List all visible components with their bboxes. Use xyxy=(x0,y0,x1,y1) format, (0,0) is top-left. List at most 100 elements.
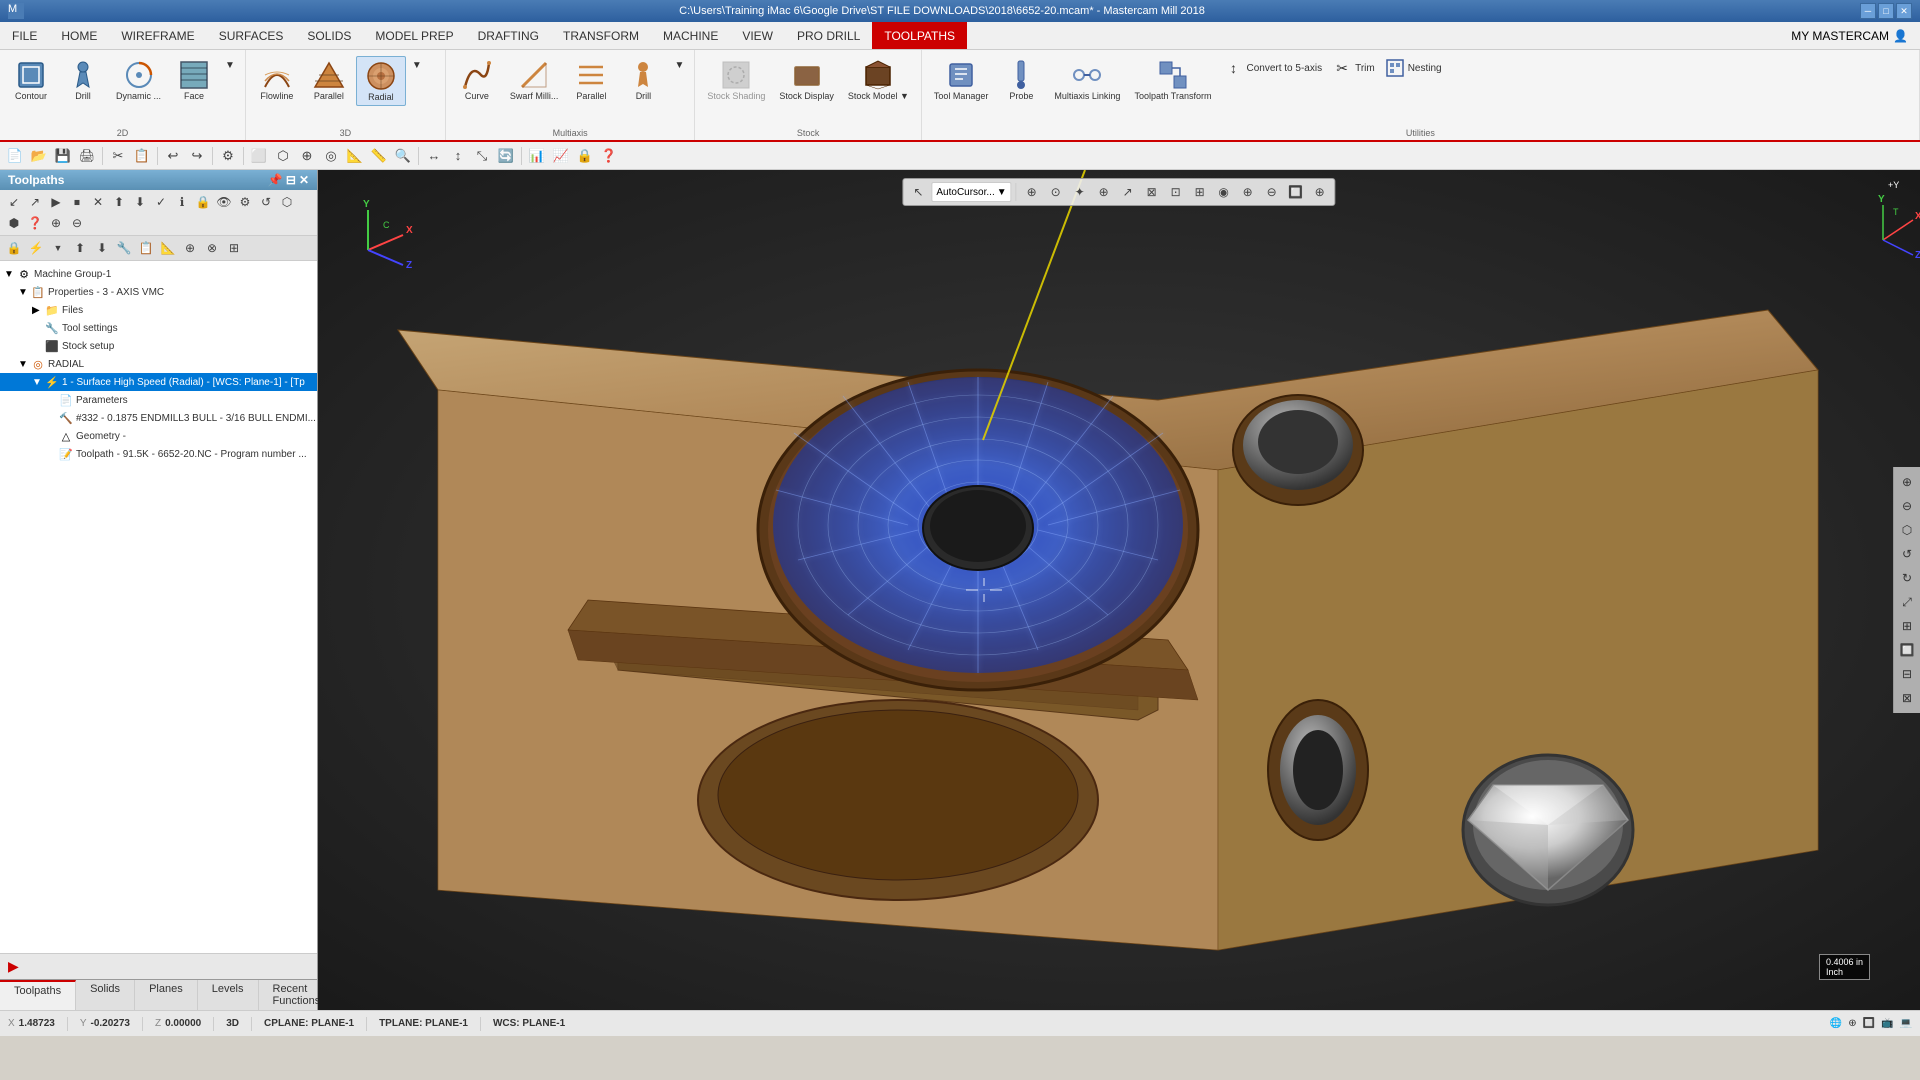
panel-btn-question[interactable]: ❓ xyxy=(25,213,45,233)
vp-btn-7[interactable]: ⊡ xyxy=(1165,181,1187,203)
mini-btn-9[interactable]: ⊟ xyxy=(1896,663,1918,685)
toolbar-undo[interactable]: ↩ xyxy=(162,145,184,167)
tab-planes[interactable]: Planes xyxy=(135,980,198,1010)
panel-btn-arrow-up[interactable]: ⬆ xyxy=(109,192,129,212)
tree-item-parameters[interactable]: 📄 Parameters xyxy=(0,391,317,409)
mini-btn-4[interactable]: ↺ xyxy=(1896,543,1918,565)
ribbon-btn-toolpath-transform[interactable]: Toolpath Transform xyxy=(1128,56,1217,104)
ribbon-btn-stock-shading[interactable]: Stock Shading xyxy=(701,56,771,104)
ribbon-btn-multiaxis-linking[interactable]: Multiaxis Linking xyxy=(1048,56,1126,104)
close-button[interactable]: ✕ xyxy=(1896,3,1912,19)
menu-modelprep[interactable]: MODEL PREP xyxy=(363,22,465,49)
toolbar-btn-e[interactable]: 📐 xyxy=(344,145,366,167)
toolbar-btn-h[interactable]: ↔ xyxy=(423,145,445,167)
tree-expand-mg[interactable]: ▼ xyxy=(4,269,16,280)
panel-btn-visible[interactable]: 👁 xyxy=(214,192,234,212)
menu-transform[interactable]: TRANSFORM xyxy=(551,22,651,49)
ribbon-btn-nesting[interactable]: Nesting xyxy=(1381,56,1446,80)
tree-item-files[interactable]: ▶ 📁 Files xyxy=(0,301,317,319)
ribbon-btn-contour[interactable]: Contour xyxy=(6,56,56,104)
panel-btn-check[interactable]: ✓ xyxy=(151,192,171,212)
panel-btn2-7[interactable]: 📋 xyxy=(136,238,156,258)
toolbar-btn-n[interactable]: 🔒 xyxy=(574,145,596,167)
toolbar-btn-g[interactable]: 🔍 xyxy=(392,145,414,167)
toolbar-redo[interactable]: ↪ xyxy=(186,145,208,167)
panel-btn2-6[interactable]: 🔧 xyxy=(114,238,134,258)
tab-toolpaths[interactable]: Toolpaths xyxy=(0,980,76,1010)
vp-cursor-dropdown[interactable]: AutoCursor... ▼ xyxy=(931,182,1011,202)
menu-surfaces[interactable]: SURFACES xyxy=(207,22,296,49)
vp-btn-2[interactable]: ⊙ xyxy=(1045,181,1067,203)
panel-btn-select-all[interactable]: ↙ xyxy=(4,192,24,212)
ribbon-expand-2d[interactable]: ▼ xyxy=(221,58,239,73)
ribbon-btn-stock-display[interactable]: Stock Display xyxy=(773,56,840,104)
panel-btn2-9[interactable]: ⊕ xyxy=(180,238,200,258)
tree-expand-files[interactable]: ▶ xyxy=(32,305,44,316)
toolbar-new[interactable]: 📄 xyxy=(4,145,26,167)
toolbar-open-folder[interactable]: 📂 xyxy=(28,145,50,167)
ribbon-btn-drill[interactable]: Drill xyxy=(58,56,108,104)
menu-wireframe[interactable]: WIREFRAME xyxy=(109,22,206,49)
mini-btn-5[interactable]: ↻ xyxy=(1896,567,1918,589)
vp-btn-cursor-mode[interactable]: ↖ xyxy=(907,181,929,203)
status-monitor-icon[interactable]: 📺 xyxy=(1881,1018,1893,1029)
mini-btn-1[interactable]: ⊕ xyxy=(1896,471,1918,493)
vp-btn-8[interactable]: ⊞ xyxy=(1189,181,1211,203)
panel-pin-button[interactable]: 📌 xyxy=(268,173,283,187)
panel-btn2-3[interactable]: ▼ xyxy=(48,238,68,258)
tree-item-stocksetup[interactable]: ⬛ Stock setup xyxy=(0,337,317,355)
toolbar-btn-j[interactable]: ⤡ xyxy=(471,145,493,167)
mini-btn-7[interactable]: ⊞ xyxy=(1896,615,1918,637)
ribbon-btn-dynamic[interactable]: Dynamic ... xyxy=(110,56,167,104)
toolbar-save[interactable]: 💾 xyxy=(52,145,74,167)
ribbon-btn-stock-model[interactable]: Stock Model ▼ xyxy=(842,56,915,104)
panel-btn-stop[interactable]: ⏹ xyxy=(67,192,87,212)
tree-item-toolpath-nc[interactable]: 📝 Toolpath - 91.5K - 6652-20.NC - Progra… xyxy=(0,445,317,463)
ribbon-btn-parallel-mx[interactable]: Parallel xyxy=(566,56,616,104)
status-screen-icon[interactable]: 🔲 xyxy=(1863,1018,1875,1029)
ribbon-btn-face[interactable]: Face xyxy=(169,56,219,104)
toolbar-btn-l[interactable]: 📊 xyxy=(526,145,548,167)
vp-btn-1[interactable]: ⊕ xyxy=(1021,181,1043,203)
toolbar-btn-a[interactable]: ⬜ xyxy=(248,145,270,167)
toolbar-btn-c[interactable]: ⊕ xyxy=(296,145,318,167)
status-crosshair-icon[interactable]: ⊕ xyxy=(1848,1018,1856,1029)
panel-btn2-5[interactable]: ⬇ xyxy=(92,238,112,258)
ribbon-btn-parallel-3d[interactable]: Parallel xyxy=(304,56,354,104)
panel-btn-delete[interactable]: ✕ xyxy=(88,192,108,212)
menu-machine[interactable]: MACHINE xyxy=(651,22,730,49)
vp-btn-5[interactable]: ↗ xyxy=(1117,181,1139,203)
status-computer-icon[interactable]: 💻 xyxy=(1900,1018,1912,1029)
panel-btn-run[interactable]: ▶ xyxy=(46,192,66,212)
ribbon-btn-swarf[interactable]: Swarf Milli... xyxy=(504,56,565,104)
menu-file[interactable]: FILE xyxy=(0,22,49,49)
ribbon-btn-tool-manager[interactable]: Tool Manager xyxy=(928,56,995,104)
vp-btn-6[interactable]: ⊠ xyxy=(1141,181,1163,203)
panel-btn2-2[interactable]: ⚡ xyxy=(26,238,46,258)
panel-btn-extra2[interactable]: ⊖ xyxy=(67,213,87,233)
toolbar-btn-i[interactable]: ↕ xyxy=(447,145,469,167)
toolbar-btn-o[interactable]: ❓ xyxy=(598,145,620,167)
menu-toolpaths[interactable]: TOOLPATHS xyxy=(872,22,967,49)
ribbon-btn-probe[interactable]: Probe xyxy=(996,56,1046,104)
ribbon-btn-radial[interactable]: Radial xyxy=(356,56,406,106)
tree-item-properties[interactable]: ▼ 📋 Properties - 3 - AXIS VMC xyxy=(0,283,317,301)
menu-prodrill[interactable]: PRO DRILL xyxy=(785,22,872,49)
panel-btn2-11[interactable]: ⊞ xyxy=(224,238,244,258)
mini-btn-3[interactable]: ⬡ xyxy=(1896,519,1918,541)
vp-btn-9[interactable]: ◉ xyxy=(1213,181,1235,203)
panel-close-button[interactable]: ✕ xyxy=(299,173,309,187)
run-play-button[interactable]: ▶ xyxy=(8,958,19,974)
ribbon-btn-trim[interactable]: ✂ Trim xyxy=(1328,56,1379,80)
tree-item-geometry[interactable]: △ Geometry - xyxy=(0,427,317,445)
panel-btn-lock[interactable]: 🔒 xyxy=(193,192,213,212)
ribbon-btn-convert-5axis[interactable]: ↕ Convert to 5-axis xyxy=(1219,56,1326,80)
tree-expand-radial[interactable]: ▼ xyxy=(18,359,30,370)
tree-item-toolsettings[interactable]: 🔧 Tool settings xyxy=(0,319,317,337)
vp-btn-13[interactable]: ⊕ xyxy=(1309,181,1331,203)
panel-btn-low[interactable]: ⬢ xyxy=(4,213,24,233)
mini-btn-10[interactable]: ⊠ xyxy=(1896,687,1918,709)
tab-levels[interactable]: Levels xyxy=(198,980,259,1010)
vp-btn-4[interactable]: ⊕ xyxy=(1093,181,1115,203)
tree-item-machine-group[interactable]: ▼ ⚙ Machine Group-1 xyxy=(0,265,317,283)
